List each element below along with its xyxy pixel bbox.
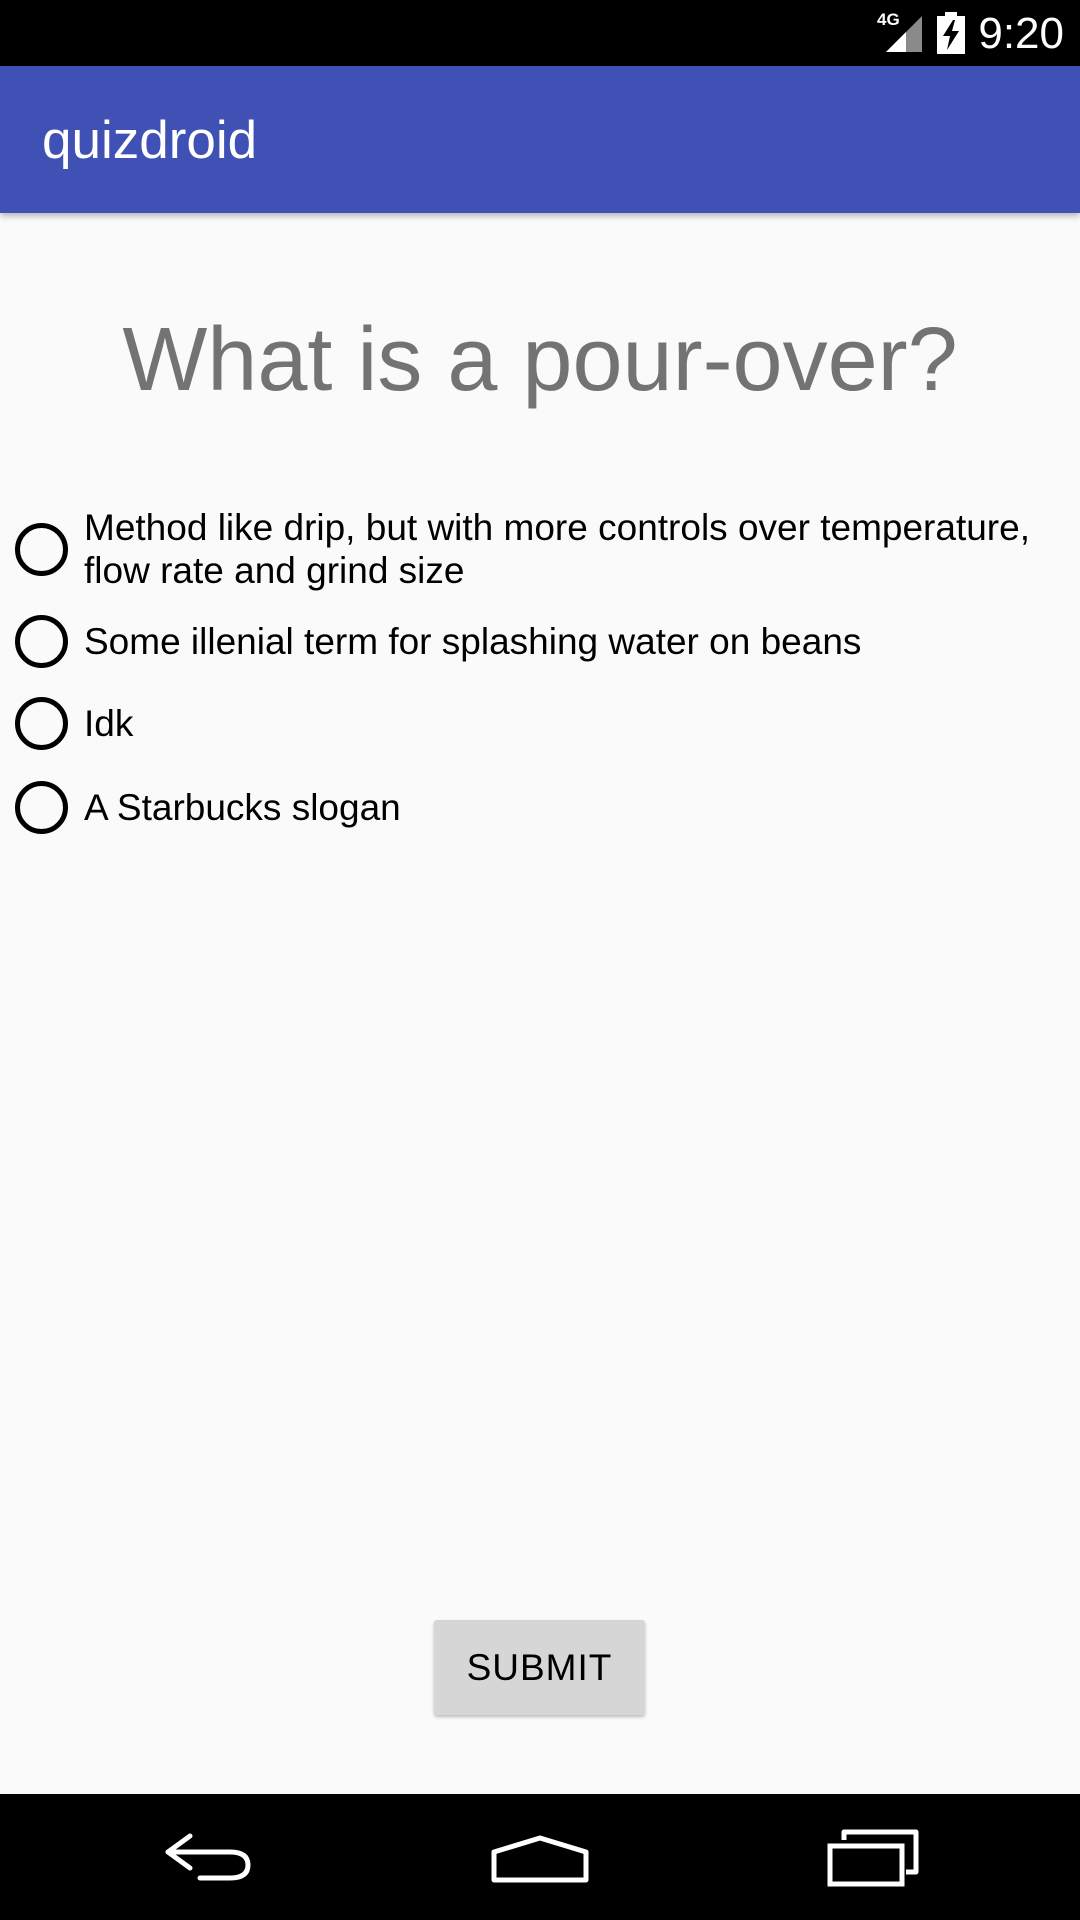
answer-option-label: Idk <box>84 702 134 744</box>
answer-option-label: A Starbucks slogan <box>84 786 401 828</box>
recents-icon[interactable] <box>826 1828 920 1888</box>
question-title: What is a pour-over? <box>122 310 958 410</box>
answer-option[interactable]: Idk <box>0 681 1080 765</box>
home-icon[interactable] <box>490 1834 590 1884</box>
radio-button-icon[interactable] <box>15 522 68 576</box>
radio-button-icon[interactable] <box>15 615 68 668</box>
app-title: quizdroid <box>42 111 258 170</box>
answer-option[interactable]: Some illenial term for splashing water o… <box>0 602 1080 681</box>
answer-option[interactable]: A Starbucks slogan <box>0 765 1080 849</box>
navigation-bar <box>0 1794 1080 1920</box>
app-bar: quizdroid <box>0 66 1080 213</box>
radio-button-icon[interactable] <box>15 696 68 750</box>
back-icon[interactable] <box>160 1830 256 1886</box>
radio-button-icon[interactable] <box>15 780 68 834</box>
answer-options: Method like drip, but with more controls… <box>0 500 1080 849</box>
status-bar: 4G 9:20 <box>0 0 1080 66</box>
answer-option-label: Method like drip, but with more controls… <box>84 507 1030 591</box>
submit-button[interactable]: SUBMIT <box>434 1620 645 1715</box>
signal-icon <box>886 16 922 52</box>
status-clock: 9:20 <box>978 9 1064 58</box>
answer-option[interactable]: Method like drip, but with more controls… <box>0 500 1080 598</box>
answer-option-label: Some illenial term for splashing water o… <box>84 621 862 662</box>
battery-charging-icon <box>937 12 965 54</box>
